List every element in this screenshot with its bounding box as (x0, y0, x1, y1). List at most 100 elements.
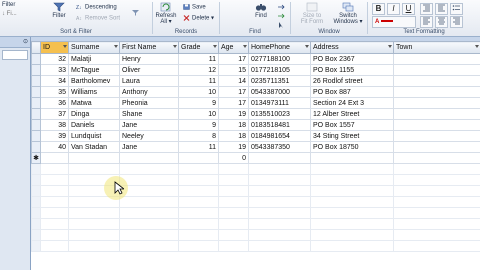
cell-homephone[interactable]: 0135510023 (248, 108, 311, 120)
sort-dropdown-icon[interactable] (63, 45, 67, 48)
cell-address[interactable]: 12 Alber Street (310, 108, 394, 120)
cell-grade[interactable] (178, 152, 219, 164)
cell-id[interactable]: 32 (40, 53, 69, 65)
refresh-all-button[interactable]: Refresh All ▾ (153, 2, 179, 25)
cell-age[interactable]: 14 (218, 75, 249, 87)
table-row[interactable]: 38 Daniels Jane 9 18 0183518481 PO Box 1557 (31, 119, 480, 131)
cell-first-name[interactable]: Laura (119, 75, 179, 87)
cell-homephone[interactable]: 0277188100 (248, 53, 311, 65)
column-header-address[interactable]: Address (310, 41, 394, 54)
column-header-surname[interactable]: Surname (68, 41, 120, 54)
cell-age[interactable]: 17 (218, 97, 249, 109)
select-all-corner[interactable] (31, 41, 41, 54)
cell-homephone[interactable]: 0543387350 (248, 141, 311, 153)
cell-town[interactable] (393, 119, 480, 131)
cell-address[interactable]: PO Box 1155 (310, 64, 394, 76)
cell-address[interactable]: PO Box 2367 (310, 53, 394, 65)
row-selector[interactable] (31, 86, 41, 98)
cell-age[interactable]: 18 (218, 130, 249, 142)
sort-dropdown-icon[interactable] (475, 45, 479, 48)
cell-homephone[interactable]: 0134973111 (248, 97, 311, 109)
column-header-town[interactable]: Town (393, 41, 480, 54)
cell-first-name[interactable]: Anthony (119, 86, 179, 98)
chevron-down-icon[interactable]: ⊙ (23, 37, 28, 47)
sort-dropdown-icon[interactable] (243, 45, 247, 48)
cell-grade[interactable]: 12 (178, 64, 219, 76)
table-row[interactable]: 33 McTague Oliver 12 15 0177218105 PO Box 1155 (31, 64, 480, 76)
table-row[interactable]: 36 Matwa Pheonia 9 17 0134973111 Section 24 Ex… (31, 97, 480, 109)
cell-id[interactable]: 35 (40, 86, 69, 98)
goto-button[interactable] (278, 13, 287, 21)
cell-first-name[interactable]: Jane (119, 119, 179, 131)
cell-id[interactable]: 39 (40, 130, 69, 142)
cell-homephone[interactable]: 0177218105 (248, 64, 311, 76)
navpane-header[interactable]: ⊙ (0, 37, 30, 48)
underline-button[interactable]: U (402, 3, 415, 15)
table-row[interactable]: 37 Dinga Shane 10 19 0135510023 12 Alber Stree… (31, 108, 480, 120)
save-record-button[interactable]: Save (183, 4, 206, 12)
cell-surname[interactable]: Van Stadan (68, 141, 120, 153)
cell-id[interactable]: 33 (40, 64, 69, 76)
column-header-first-name[interactable]: First Name (119, 41, 179, 54)
cell-surname[interactable]: Dinga (68, 108, 120, 120)
remove-filter-partial[interactable]: Filter (2, 2, 15, 9)
size-to-fit-button[interactable]: Size to Fit Form (295, 2, 329, 25)
table-row[interactable]: 35 Williams Anthony 10 17 0543387000 PO Box 88… (31, 86, 480, 98)
cell-town[interactable] (393, 141, 480, 153)
sort-dropdown-icon[interactable] (114, 45, 118, 48)
cell-age[interactable]: 17 (218, 86, 249, 98)
column-header-id[interactable]: ID (40, 41, 69, 54)
align-left-button[interactable] (420, 16, 433, 28)
cell-town[interactable] (393, 86, 480, 98)
cell-grade[interactable]: 11 (178, 141, 219, 153)
cell-surname[interactable]: Daniels (68, 119, 120, 131)
cell-age[interactable]: 15 (218, 64, 249, 76)
cell-surname[interactable]: Malatji (68, 53, 120, 65)
bullet-list-button[interactable] (450, 3, 463, 15)
cell-id[interactable] (40, 152, 69, 164)
switch-windows-button[interactable]: Switch Windows ▾ (331, 2, 365, 25)
increase-indent-button[interactable] (420, 3, 433, 15)
row-selector[interactable] (31, 53, 41, 65)
cell-homephone[interactable]: 0184981654 (248, 130, 311, 142)
cell-homephone[interactable]: 0183518481 (248, 119, 311, 131)
cell-address[interactable] (310, 152, 394, 164)
cell-address[interactable]: 26 Rodlof street (310, 75, 394, 87)
row-selector[interactable] (31, 141, 41, 153)
delete-record-button[interactable]: Delete ▾ (183, 15, 214, 23)
cell-first-name[interactable]: Pheonia (119, 97, 179, 109)
cell-town[interactable] (393, 64, 480, 76)
advanced-partial[interactable]: ↓ Fi... (2, 11, 17, 18)
column-header-age[interactable]: Age (218, 41, 249, 54)
sort-dropdown-icon[interactable] (388, 45, 392, 48)
row-selector[interactable] (31, 64, 41, 76)
cell-grade[interactable]: 10 (178, 108, 219, 120)
row-selector[interactable] (31, 130, 41, 142)
table-row[interactable]: 40 Van Stadan Jane 11 19 0543387350 PO Box 187… (31, 141, 480, 153)
new-record-marker[interactable]: ✱ (31, 152, 41, 164)
cell-first-name[interactable]: Oliver (119, 64, 179, 76)
cell-first-name[interactable]: Neeley (119, 130, 179, 142)
column-header-grade[interactable]: Grade (178, 41, 219, 54)
new-record-row[interactable]: ✱ 0 (31, 152, 480, 164)
cell-homephone[interactable] (248, 152, 311, 164)
descending-button[interactable]: Z↓ Descending (76, 4, 117, 12)
cell-first-name[interactable] (119, 152, 179, 164)
cell-id[interactable]: 34 (40, 75, 69, 87)
sort-dropdown-icon[interactable] (213, 45, 217, 48)
cell-homephone[interactable]: 0543387000 (248, 86, 311, 98)
cell-grade[interactable]: 10 (178, 86, 219, 98)
cell-town[interactable] (393, 97, 480, 109)
cell-address[interactable]: 34 Sting Street (310, 130, 394, 142)
cell-address[interactable]: PO Box 18750 (310, 141, 394, 153)
row-selector[interactable] (31, 108, 41, 120)
cell-id[interactable]: 36 (40, 97, 69, 109)
cell-surname[interactable]: Williams (68, 86, 120, 98)
cell-grade[interactable]: 9 (178, 97, 219, 109)
sort-dropdown-icon[interactable] (305, 45, 309, 48)
cell-id[interactable]: 38 (40, 119, 69, 131)
cell-age[interactable]: 19 (218, 108, 249, 120)
cell-surname[interactable]: McTague (68, 64, 120, 76)
navpane-search-input[interactable] (2, 50, 28, 60)
cell-town[interactable] (393, 152, 480, 164)
